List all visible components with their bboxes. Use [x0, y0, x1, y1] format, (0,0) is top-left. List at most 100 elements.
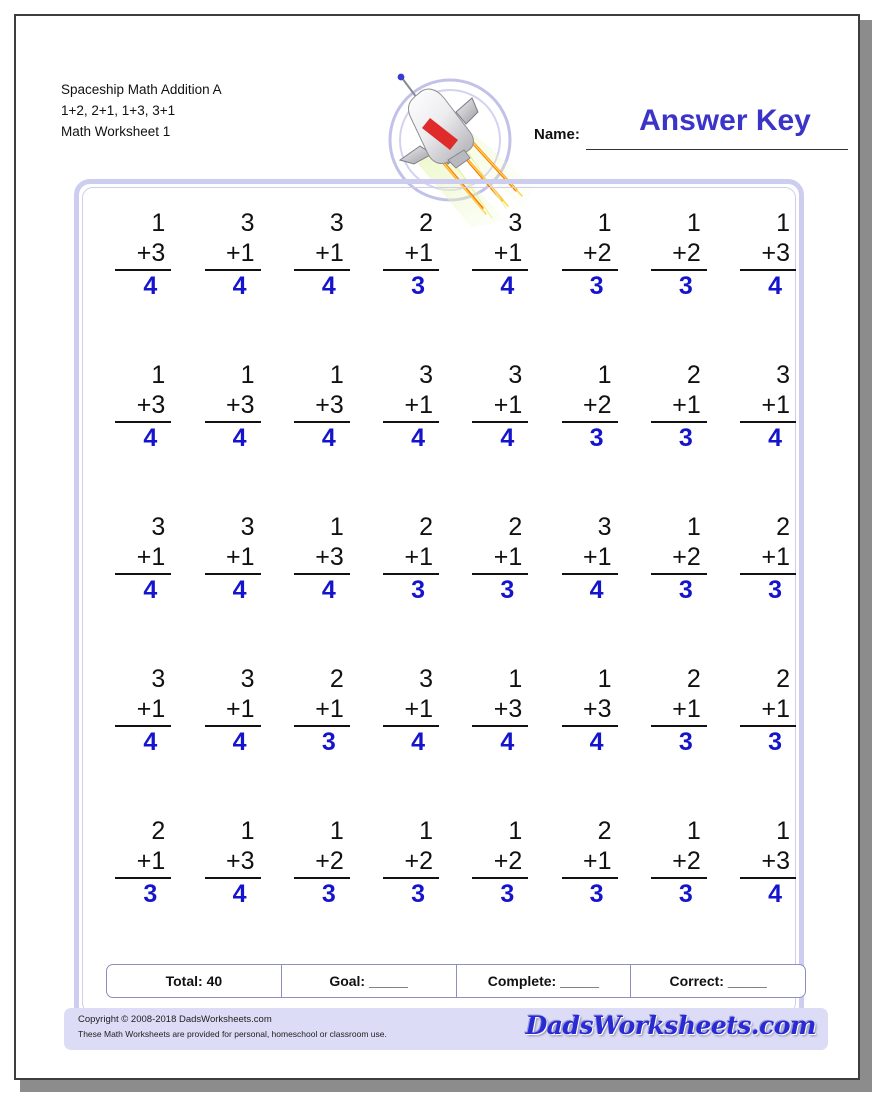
- dadsworksheets-logo[interactable]: DadsWorksheets.com: [526, 1011, 817, 1040]
- score-row: Total: 40 Goal: _____ Complete: _____ Corre…: [106, 964, 806, 998]
- addend-bottom: +1: [650, 694, 707, 727]
- answer-value: 3: [411, 272, 425, 300]
- answer-value: 3: [411, 880, 425, 908]
- problem-body: 1 +3 4: [472, 664, 529, 758]
- problem-13: 3 +1 4: [439, 348, 529, 500]
- score-cell-1[interactable]: Total: 40: [107, 965, 282, 997]
- score-cell-2[interactable]: Goal: _____: [282, 965, 457, 997]
- problem-body: 1 +2 3: [472, 816, 529, 910]
- problem-body: 2 +1 3: [472, 512, 529, 606]
- problem-body: 1 +3 4: [293, 360, 350, 454]
- addend-top: 3: [329, 209, 344, 237]
- addend-top: 1: [776, 209, 790, 237]
- problem-body: 3 +1 4: [383, 360, 439, 454]
- problem-body: 1 +3 4: [740, 816, 796, 910]
- problem-body: 1 +3 4: [561, 664, 618, 758]
- addend-top: 3: [240, 513, 255, 541]
- name-field-group: Name: Answer Key: [534, 104, 848, 154]
- addend-bottom: +1: [115, 694, 172, 727]
- answer-value: 3: [589, 880, 604, 908]
- problem-body: 1 +2 3: [650, 512, 707, 606]
- problem-37: 1 +2 3: [439, 804, 529, 956]
- answer-value: 3: [589, 424, 604, 452]
- answer-value: 4: [143, 424, 158, 452]
- copyright-block: Copyright © 2008-2018 DadsWorksheets.com…: [78, 1013, 387, 1041]
- addend-top: 1: [508, 665, 523, 693]
- answer-value: 4: [232, 880, 247, 908]
- worksheet-facts: 1+2, 2+1, 1+3, 3+1: [61, 103, 176, 118]
- addend-top: 1: [776, 817, 790, 845]
- problem-31: 2 +1 3: [618, 652, 707, 804]
- problem-9: 1 +3 4: [82, 348, 172, 500]
- answer-value: 3: [678, 576, 693, 604]
- addend-bottom: +1: [650, 390, 707, 423]
- answer-value: 4: [321, 576, 336, 604]
- addend-bottom: +3: [204, 390, 261, 423]
- problem-body: 2 +1 3: [561, 816, 618, 910]
- problem-body: 1 +2 3: [383, 816, 439, 910]
- addend-bottom: +1: [115, 542, 172, 575]
- answer-value: 4: [768, 880, 782, 908]
- addend-bottom: +1: [383, 390, 439, 423]
- addend-top: 1: [151, 361, 166, 389]
- problem-body: 1 +2 3: [293, 816, 350, 910]
- addend-bottom: +1: [740, 694, 796, 727]
- addend-bottom: +1: [204, 238, 261, 271]
- addend-bottom: +1: [472, 238, 529, 271]
- answer-value: 4: [143, 728, 158, 756]
- problem-22: 3 +1 4: [528, 500, 618, 652]
- worksheet-page: Spaceship Math Addition A 1+2, 2+1, 1+3,…: [14, 14, 860, 1080]
- answer-value: 4: [232, 272, 247, 300]
- addend-bottom: +2: [383, 846, 439, 879]
- addend-bottom: +1: [115, 846, 172, 879]
- addend-top: 1: [419, 817, 433, 845]
- answer-value: 3: [321, 880, 336, 908]
- addend-bottom: +1: [293, 238, 350, 271]
- problem-23: 1 +2 3: [618, 500, 707, 652]
- addend-bottom: +2: [650, 542, 707, 575]
- problem-18: 3 +1 4: [171, 500, 261, 652]
- addend-bottom: +1: [472, 542, 529, 575]
- score-cell-4[interactable]: Correct: _____: [631, 965, 805, 997]
- addend-top: 1: [597, 665, 612, 693]
- worksheet-title: Spaceship Math Addition A: [61, 82, 222, 97]
- addend-top: 2: [776, 665, 790, 693]
- addend-top: 2: [419, 513, 433, 541]
- answer-value: 3: [678, 424, 693, 452]
- problem-6: 1 +2 3: [528, 196, 618, 348]
- problem-body: 1 +2 3: [561, 208, 618, 302]
- addend-top: 1: [329, 361, 344, 389]
- problem-16: 3 +1 4: [707, 348, 796, 500]
- addend-top: 2: [329, 665, 344, 693]
- addend-bottom: +3: [115, 238, 172, 271]
- answer-value: 4: [768, 272, 782, 300]
- problem-body: 3 +1 4: [293, 208, 350, 302]
- problem-body: 2 +1 3: [383, 512, 439, 606]
- name-input-rule[interactable]: [586, 149, 848, 150]
- copyright-line-2: These Math Worksheets are provided for p…: [78, 1029, 387, 1039]
- addend-top: 2: [686, 361, 701, 389]
- page-footer: Copyright © 2008-2018 DadsWorksheets.com…: [64, 1008, 828, 1050]
- problem-body: 3 +1 4: [472, 360, 529, 454]
- problem-body: 3 +1 4: [204, 208, 261, 302]
- worksheet-number: Math Worksheet 1: [61, 124, 171, 139]
- problem-body: 1 +2 3: [650, 208, 707, 302]
- score-cell-3[interactable]: Complete: _____: [457, 965, 632, 997]
- problem-28: 3 +1 4: [350, 652, 439, 804]
- problem-body: 1 +3 4: [115, 360, 172, 454]
- addend-bottom: +2: [650, 238, 707, 271]
- problem-1: 1 +3 4: [82, 196, 172, 348]
- problem-body: 3 +1 4: [204, 664, 261, 758]
- answer-value: 3: [768, 576, 782, 604]
- addend-bottom: +2: [650, 846, 707, 879]
- addend-bottom: +1: [740, 542, 796, 575]
- addend-bottom: +3: [115, 390, 172, 423]
- addend-top: 2: [508, 513, 523, 541]
- addend-bottom: +1: [293, 694, 350, 727]
- addend-bottom: +2: [561, 390, 618, 423]
- addend-bottom: +1: [561, 542, 618, 575]
- problem-15: 2 +1 3: [618, 348, 707, 500]
- answer-value: 4: [500, 424, 515, 452]
- problem-21: 2 +1 3: [439, 500, 529, 652]
- answer-value: 4: [589, 728, 604, 756]
